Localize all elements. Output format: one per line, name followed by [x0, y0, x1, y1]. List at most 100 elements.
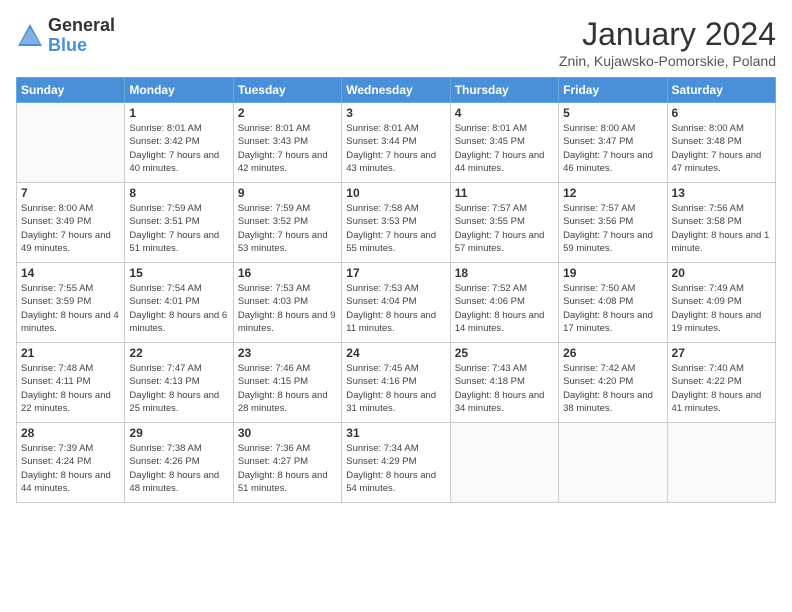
day-info: Sunrise: 8:00 AMSunset: 3:49 PMDaylight:… — [21, 202, 120, 255]
calendar-cell: 21Sunrise: 7:48 AMSunset: 4:11 PMDayligh… — [17, 343, 125, 423]
logo-text-general: General — [48, 15, 115, 35]
calendar-cell: 9Sunrise: 7:59 AMSunset: 3:52 PMDaylight… — [233, 183, 341, 263]
calendar-cell: 13 Sunrise: 7:56 AMSunset: 3:58 PMDayligh… — [667, 183, 775, 263]
day-number: 22 — [129, 346, 228, 360]
day-info: Sunrise: 7:36 AMSunset: 4:27 PMDaylight:… — [238, 442, 337, 495]
calendar-week-row: 28Sunrise: 7:39 AMSunset: 4:24 PMDayligh… — [17, 423, 776, 503]
month-title: January 2024 — [559, 16, 776, 53]
calendar-cell: 24 Sunrise: 7:45 AMSunset: 4:16 PMDayligh… — [342, 343, 450, 423]
day-info: Sunrise: 7:42 AMSunset: 4:20 PMDaylight:… — [563, 362, 662, 415]
day-info: Sunrise: 7:43 AMSunset: 4:18 PMDaylight:… — [455, 362, 554, 415]
day-info: Sunrise: 7:55 AMSunset: 3:59 PMDaylight:… — [21, 282, 120, 335]
calendar-body: 1 Sunrise: 8:01 AMSunset: 3:42 PMDaylight… — [17, 103, 776, 503]
day-info: Sunrise: 7:38 AMSunset: 4:26 PMDaylight:… — [129, 442, 228, 495]
day-number: 9 — [238, 186, 337, 200]
calendar-cell: 18 Sunrise: 7:52 AMSunset: 4:06 PMDayligh… — [450, 263, 558, 343]
calendar-week-row: 1 Sunrise: 8:01 AMSunset: 3:42 PMDaylight… — [17, 103, 776, 183]
day-number: 26 — [563, 346, 662, 360]
calendar-cell: 25 Sunrise: 7:43 AMSunset: 4:18 PMDayligh… — [450, 343, 558, 423]
day-number: 25 — [455, 346, 554, 360]
day-number: 4 — [455, 106, 554, 120]
calendar-cell: 20Sunrise: 7:49 AMSunset: 4:09 PMDayligh… — [667, 263, 775, 343]
day-info: Sunrise: 8:01 AMSunset: 3:45 PMDaylight:… — [455, 122, 554, 175]
day-number: 11 — [455, 186, 554, 200]
day-info: Sunrise: 7:45 AMSunset: 4:16 PMDaylight:… — [346, 362, 445, 415]
day-number: 3 — [346, 106, 445, 120]
day-number: 30 — [238, 426, 337, 440]
day-number: 15 — [129, 266, 228, 280]
day-number: 7 — [21, 186, 120, 200]
day-info: Sunrise: 7:50 AMSunset: 4:08 PMDaylight:… — [563, 282, 662, 335]
day-info: Sunrise: 7:52 AMSunset: 4:06 PMDaylight:… — [455, 282, 554, 335]
day-info: Sunrise: 7:54 AMSunset: 4:01 PMDaylight:… — [129, 282, 228, 335]
day-header-friday: Friday — [559, 78, 667, 103]
calendar-table: SundayMondayTuesdayWednesdayThursdayFrid… — [16, 77, 776, 503]
calendar-week-row: 14Sunrise: 7:55 AMSunset: 3:59 PMDayligh… — [17, 263, 776, 343]
day-info: Sunrise: 7:47 AMSunset: 4:13 PMDaylight:… — [129, 362, 228, 415]
calendar-cell: 6Sunrise: 8:00 AMSunset: 3:48 PMDaylight… — [667, 103, 775, 183]
calendar-cell: 5 Sunrise: 8:00 AMSunset: 3:47 PMDaylight… — [559, 103, 667, 183]
calendar-cell: 27 Sunrise: 7:40 AMSunset: 4:22 PMDayligh… — [667, 343, 775, 423]
calendar-cell: 23Sunrise: 7:46 AMSunset: 4:15 PMDayligh… — [233, 343, 341, 423]
calendar-cell: 16 Sunrise: 7:53 AMSunset: 4:03 PMDayligh… — [233, 263, 341, 343]
day-info: Sunrise: 8:01 AMSunset: 3:43 PMDaylight:… — [238, 122, 337, 175]
calendar-cell: 14Sunrise: 7:55 AMSunset: 3:59 PMDayligh… — [17, 263, 125, 343]
calendar-cell — [17, 103, 125, 183]
day-number: 31 — [346, 426, 445, 440]
day-info: Sunrise: 7:40 AMSunset: 4:22 PMDaylight:… — [672, 362, 771, 415]
day-info: Sunrise: 7:39 AMSunset: 4:24 PMDaylight:… — [21, 442, 120, 495]
day-number: 23 — [238, 346, 337, 360]
calendar-cell: 22 Sunrise: 7:47 AMSunset: 4:13 PMDayligh… — [125, 343, 233, 423]
day-number: 1 — [129, 106, 228, 120]
day-number: 12 — [563, 186, 662, 200]
day-number: 18 — [455, 266, 554, 280]
day-info: Sunrise: 7:34 AMSunset: 4:29 PMDaylight:… — [346, 442, 445, 495]
calendar-cell: 2 Sunrise: 8:01 AMSunset: 3:43 PMDaylight… — [233, 103, 341, 183]
calendar-cell: 3 Sunrise: 8:01 AMSunset: 3:44 PMDaylight… — [342, 103, 450, 183]
day-number: 17 — [346, 266, 445, 280]
logo-icon — [16, 22, 44, 50]
day-number: 8 — [129, 186, 228, 200]
day-info: Sunrise: 7:53 AMSunset: 4:04 PMDaylight:… — [346, 282, 445, 335]
day-info: Sunrise: 7:58 AMSunset: 3:53 PMDaylight:… — [346, 202, 445, 255]
calendar-cell: 29Sunrise: 7:38 AMSunset: 4:26 PMDayligh… — [125, 423, 233, 503]
calendar-cell: 15 Sunrise: 7:54 AMSunset: 4:01 PMDayligh… — [125, 263, 233, 343]
calendar-cell: 30 Sunrise: 7:36 AMSunset: 4:27 PMDayligh… — [233, 423, 341, 503]
calendar-cell: 19Sunrise: 7:50 AMSunset: 4:08 PMDayligh… — [559, 263, 667, 343]
day-info: Sunrise: 7:53 AMSunset: 4:03 PMDaylight:… — [238, 282, 337, 335]
calendar-week-row: 7 Sunrise: 8:00 AMSunset: 3:49 PMDaylight… — [17, 183, 776, 263]
calendar-cell: 17 Sunrise: 7:53 AMSunset: 4:04 PMDayligh… — [342, 263, 450, 343]
day-number: 20 — [672, 266, 771, 280]
page-header: General Blue January 2024 Znin, Kujawsko… — [16, 16, 776, 69]
location-title: Znin, Kujawsko-Pomorskie, Poland — [559, 53, 776, 69]
calendar-cell — [559, 423, 667, 503]
day-info: Sunrise: 7:56 AMSunset: 3:58 PMDaylight:… — [672, 202, 771, 255]
day-header-wednesday: Wednesday — [342, 78, 450, 103]
logo: General Blue — [16, 16, 115, 56]
day-header-saturday: Saturday — [667, 78, 775, 103]
day-info: Sunrise: 8:00 AMSunset: 3:47 PMDaylight:… — [563, 122, 662, 175]
day-number: 13 — [672, 186, 771, 200]
day-number: 2 — [238, 106, 337, 120]
logo-text-blue: Blue — [48, 35, 87, 55]
day-header-tuesday: Tuesday — [233, 78, 341, 103]
day-info: Sunrise: 8:01 AMSunset: 3:42 PMDaylight:… — [129, 122, 228, 175]
day-info: Sunrise: 8:01 AMSunset: 3:44 PMDaylight:… — [346, 122, 445, 175]
calendar-cell: 1 Sunrise: 8:01 AMSunset: 3:42 PMDaylight… — [125, 103, 233, 183]
calendar-cell: 12Sunrise: 7:57 AMSunset: 3:56 PMDayligh… — [559, 183, 667, 263]
day-number: 5 — [563, 106, 662, 120]
day-header-sunday: Sunday — [17, 78, 125, 103]
calendar-cell: 10 Sunrise: 7:58 AMSunset: 3:53 PMDayligh… — [342, 183, 450, 263]
calendar-cell: 7 Sunrise: 8:00 AMSunset: 3:49 PMDaylight… — [17, 183, 125, 263]
calendar-header-row: SundayMondayTuesdayWednesdayThursdayFrid… — [17, 78, 776, 103]
day-number: 10 — [346, 186, 445, 200]
day-info: Sunrise: 7:48 AMSunset: 4:11 PMDaylight:… — [21, 362, 120, 415]
day-number: 27 — [672, 346, 771, 360]
day-number: 16 — [238, 266, 337, 280]
calendar-cell — [667, 423, 775, 503]
day-number: 24 — [346, 346, 445, 360]
day-header-thursday: Thursday — [450, 78, 558, 103]
calendar-week-row: 21Sunrise: 7:48 AMSunset: 4:11 PMDayligh… — [17, 343, 776, 423]
calendar-cell: 26 Sunrise: 7:42 AMSunset: 4:20 PMDayligh… — [559, 343, 667, 423]
calendar-cell: 4 Sunrise: 8:01 AMSunset: 3:45 PMDaylight… — [450, 103, 558, 183]
